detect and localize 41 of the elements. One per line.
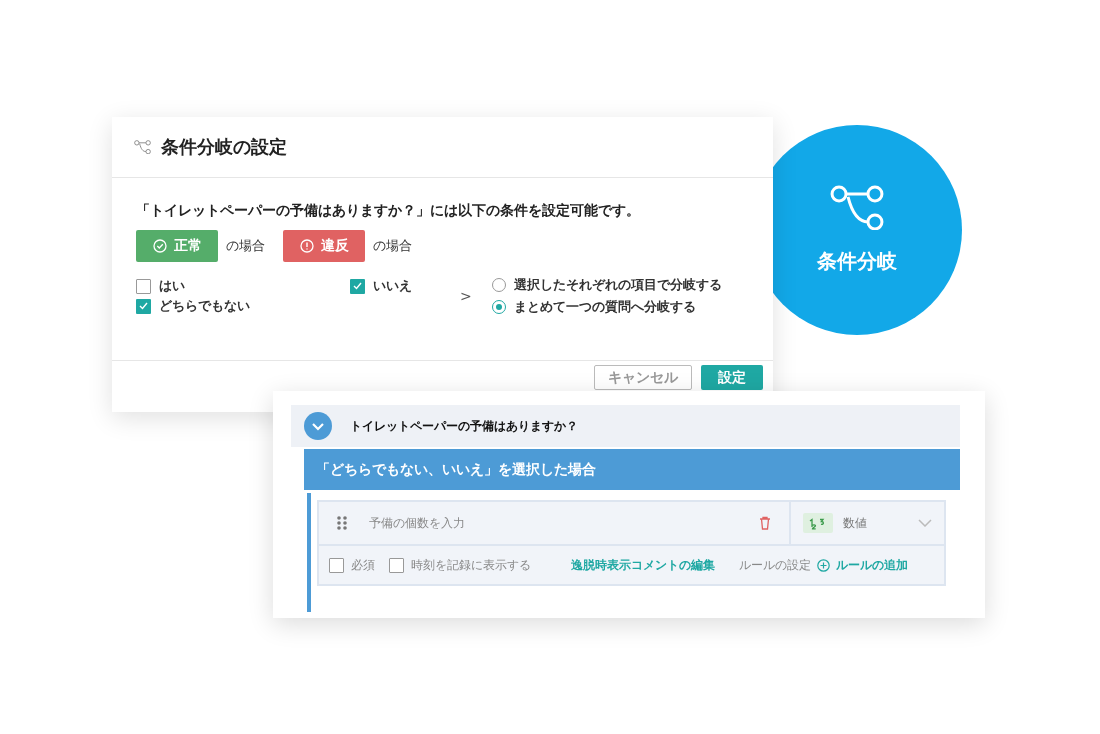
chevron-down-icon (918, 519, 932, 527)
checkbox[interactable] (329, 557, 344, 573)
checkbox[interactable] (350, 278, 365, 294)
edit-comment-link[interactable]: 逸脱時表示コメントの編集 (571, 556, 715, 574)
add-rule-link[interactable]: ルールの追加 (817, 556, 908, 574)
branch-icon (830, 184, 884, 231)
status-suffix: の場合 (226, 237, 265, 255)
check-icon (353, 282, 362, 290)
trash-icon[interactable] (759, 516, 771, 530)
number-icon (803, 513, 833, 533)
setting-label: 時刻を記録に表示する (411, 556, 531, 574)
status-button[interactable]: 正常 (136, 230, 218, 262)
type-select[interactable]: 数値 (791, 502, 944, 544)
badge-label: 条件分岐 (817, 248, 897, 276)
alert-icon (299, 239, 314, 253)
setting-label: 必須 (351, 556, 375, 574)
chevron-right: > (460, 288, 473, 304)
rule-label: ルールの設定 (739, 556, 811, 574)
option-label: いいえ (373, 277, 412, 295)
status-button[interactable]: 違反 (283, 230, 365, 262)
checkbox[interactable] (389, 557, 404, 573)
cancel-button[interactable]: キャンセル (594, 365, 692, 390)
question-title: トイレットペーパーの予備はありますか？ (350, 417, 578, 435)
check-icon (139, 302, 148, 310)
condition-description: 「トイレットペーパーの予備はありますか？」には以下の条件を設定可能です。 (136, 202, 641, 220)
radio-label: まとめて一つの質問へ分岐する (514, 298, 696, 316)
confirm-button[interactable]: 設定 (701, 365, 763, 390)
option-label: はい (159, 277, 185, 295)
branch-icon (134, 139, 151, 155)
radio-label: 選択したそれぞれの項目で分岐する (514, 276, 722, 294)
collapse-icon[interactable] (304, 412, 332, 440)
branch-title: 「どちらでもない、いいえ」を選択した場合 (316, 460, 596, 479)
drag-handle-icon[interactable] (337, 516, 347, 530)
check-circle-icon (152, 239, 167, 253)
option-label: どちらでもない (159, 297, 250, 315)
checkbox[interactable] (136, 278, 151, 294)
field-label-input[interactable]: 予備の個数を入力 (369, 514, 737, 532)
dialog-title: 条件分岐の設定 (161, 135, 287, 159)
plus-circle-icon (817, 558, 830, 572)
checkbox[interactable] (136, 298, 151, 314)
status-suffix: の場合 (373, 237, 412, 255)
